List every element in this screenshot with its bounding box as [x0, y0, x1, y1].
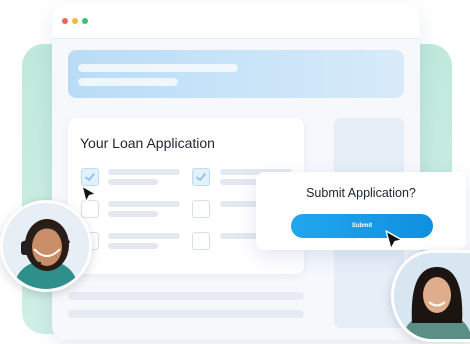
- window-titlebar: [52, 4, 420, 39]
- cursor-arrow-icon: [385, 230, 403, 250]
- window-minimize-button[interactable]: [72, 18, 78, 24]
- form-placeholder-line: [108, 169, 180, 175]
- avatar-support-agent: [0, 200, 92, 292]
- form-placeholder-line: [108, 179, 158, 185]
- window-close-button[interactable]: [62, 18, 68, 24]
- support-agent-photo: [3, 203, 89, 289]
- dialog-title: Submit Application?: [306, 186, 416, 200]
- hero-placeholder-line: [78, 78, 178, 86]
- form-placeholder-line: [108, 211, 158, 217]
- hero-banner: [68, 50, 404, 98]
- window-maximize-button[interactable]: [82, 18, 88, 24]
- form-placeholder-line: [108, 243, 158, 249]
- check-icon: [196, 173, 206, 181]
- form-placeholder-line: [108, 233, 180, 239]
- form-placeholder-line: [108, 201, 180, 207]
- footer-placeholder-line: [68, 310, 304, 318]
- checkbox-row1-col2[interactable]: [192, 168, 210, 186]
- cursor-arrow-icon: [81, 185, 97, 203]
- submit-dialog: Submit Application? Submit: [256, 172, 466, 250]
- submit-button[interactable]: Submit: [291, 214, 433, 238]
- hero-placeholder-line: [78, 64, 238, 72]
- footer-placeholder-line: [68, 292, 304, 300]
- form-title: Your Loan Application: [80, 135, 215, 151]
- checkbox-row3-col2[interactable]: [192, 232, 210, 250]
- customer-photo: [394, 253, 470, 339]
- check-icon: [85, 173, 95, 181]
- checkbox-row2-col2[interactable]: [192, 200, 210, 218]
- avatar-customer: [391, 250, 470, 342]
